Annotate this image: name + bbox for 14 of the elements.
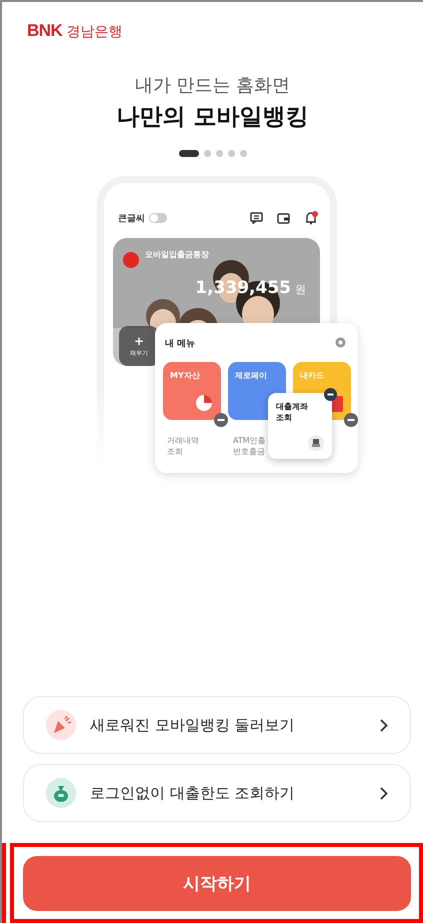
menu-item[interactable]: 거래내역 조회 <box>167 435 211 458</box>
hero-subtitle: 내가 만드는 홈화면 <box>134 74 290 97</box>
hero-title: 나만의 모바일뱅킹 <box>116 103 308 132</box>
shortcut-link[interactable]: 로그인없이 대출한도 조회하기 <box>23 764 411 822</box>
shortcut-link[interactable]: 새로워진 모바일뱅킹 둘러보기 <box>23 696 411 754</box>
menu-popup[interactable]: 대출계좌 조회 <box>268 393 332 459</box>
my-menu-title: 내 메뉴 <box>165 338 196 350</box>
menu-tile[interactable]: MY자산 <box>163 362 221 420</box>
bank-logo: BNK <box>27 21 62 41</box>
account-name: 모바일입출금통장 <box>145 249 209 260</box>
bank-name: 경남은행 <box>66 23 122 41</box>
large-text-label: 큰글씨 <box>118 212 145 224</box>
start-button[interactable]: 시작하기 <box>23 856 411 911</box>
currency-label: 원 <box>295 282 306 297</box>
